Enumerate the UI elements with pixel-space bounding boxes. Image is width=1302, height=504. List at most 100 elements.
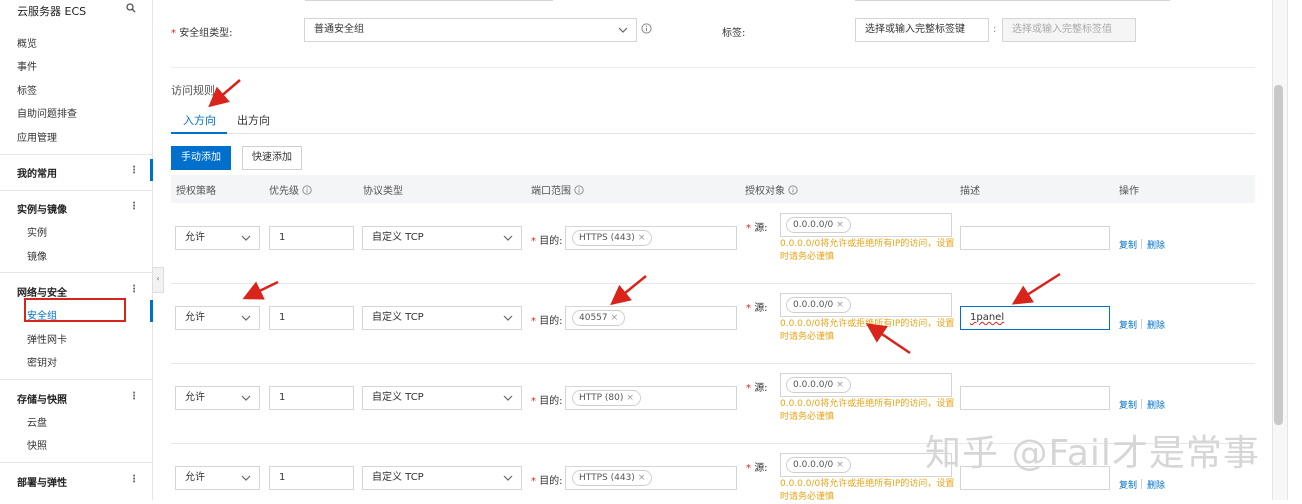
- close-icon[interactable]: ×: [611, 313, 619, 323]
- source-input[interactable]: 0.0.0.0/0 ×: [780, 213, 952, 237]
- more-icon[interactable]: ⋮: [129, 201, 139, 212]
- source-input[interactable]: 0.0.0.0/0 ×: [780, 373, 952, 397]
- sidebar-group-favorites[interactable]: 我的常用: [17, 165, 57, 180]
- port-tag[interactable]: 40557 ×: [572, 310, 626, 326]
- close-icon[interactable]: ×: [836, 460, 844, 470]
- sidebar-divider: [0, 154, 152, 155]
- port-tag[interactable]: HTTP (80) ×: [572, 390, 641, 406]
- source-warning: 0.0.0.0/0将允许或拒绝所有IP的访问，设置 时请务必谨慎: [780, 399, 955, 422]
- sidebar-item-troubleshoot[interactable]: 自助问题排查: [17, 105, 77, 120]
- sidebar-item-keypairs[interactable]: 密钥对: [27, 354, 57, 369]
- more-icon[interactable]: ⋮: [129, 165, 139, 176]
- sidebar-item-snapshots[interactable]: 快照: [27, 437, 47, 452]
- header-protocol: 协议类型: [363, 186, 403, 197]
- sidebar-group-deploy[interactable]: 部署与弹性: [17, 474, 67, 489]
- protocol-select[interactable]: 自定义 TCP: [362, 306, 522, 330]
- description-input[interactable]: [960, 226, 1110, 250]
- source-input[interactable]: 0.0.0.0/0 ×: [780, 293, 952, 317]
- quick-add-button[interactable]: 快速添加: [242, 146, 302, 170]
- tab-inbound[interactable]: 入方向: [183, 112, 216, 128]
- close-icon[interactable]: ×: [638, 473, 646, 483]
- source-tag[interactable]: 0.0.0.0/0 ×: [786, 217, 851, 233]
- port-range-input[interactable]: HTTPS (443) ×: [565, 466, 737, 490]
- source-tag[interactable]: 0.0.0.0/0 ×: [786, 377, 851, 393]
- more-icon[interactable]: ⋮: [129, 391, 139, 402]
- policy-select[interactable]: 允许: [175, 306, 260, 330]
- protocol-select[interactable]: 自定义 TCP: [362, 226, 522, 250]
- dest-label: * 目的:: [531, 476, 563, 487]
- chevron-down-icon: [503, 227, 513, 258]
- header-description: 描述: [960, 186, 980, 197]
- delete-button[interactable]: 删除: [1147, 478, 1165, 491]
- scrollbar-thumb[interactable]: [1274, 85, 1283, 425]
- priority-input[interactable]: 1: [269, 226, 354, 250]
- priority-input[interactable]: 1: [269, 386, 354, 410]
- chevron-down-icon: [241, 307, 251, 338]
- row-divider: [171, 283, 1255, 284]
- copy-button[interactable]: 复制: [1119, 238, 1137, 251]
- collapse-sidebar-button[interactable]: ‹: [152, 267, 164, 293]
- source-tag[interactable]: 0.0.0.0/0 ×: [786, 457, 851, 473]
- description-input[interactable]: [960, 386, 1110, 410]
- sidebar-item-eni[interactable]: 弹性网卡: [27, 331, 67, 346]
- delete-button[interactable]: 删除: [1147, 398, 1165, 411]
- chevron-down-icon: [241, 387, 251, 418]
- priority-input[interactable]: 1: [269, 306, 354, 330]
- source-label: * 源:: [746, 223, 768, 234]
- header-auth-object: 授权对象: [745, 182, 798, 197]
- more-icon[interactable]: ⋮: [129, 284, 139, 295]
- chevron-down-icon: [503, 467, 513, 498]
- header-actions: 操作: [1119, 186, 1139, 197]
- table-row: 允许 1 自定义 TCP * 目的: HTTPS (443) × * 源: 0.0…: [0, 0, 1270, 502]
- source-warning: 0.0.0.0/0将允许或拒绝所有IP的访问，设置 时请务必谨慎: [780, 319, 955, 342]
- priority-input[interactable]: 1: [269, 466, 354, 490]
- more-icon[interactable]: ⋮: [129, 474, 139, 485]
- tab-active-underline: [171, 132, 227, 134]
- copy-button[interactable]: 复制: [1119, 318, 1137, 331]
- info-icon[interactable]: [788, 185, 798, 195]
- port-range-input[interactable]: HTTPS (443) ×: [565, 226, 737, 250]
- port-range-input[interactable]: 40557 ×: [565, 306, 737, 330]
- close-icon[interactable]: ×: [626, 393, 634, 403]
- sidebar-active-bar: [150, 159, 153, 181]
- policy-select[interactable]: 允许: [175, 226, 260, 250]
- sidebar-group-instances[interactable]: 实例与镜像: [17, 201, 67, 216]
- tab-outbound[interactable]: 出方向: [237, 112, 270, 128]
- sidebar-item-disks[interactable]: 云盘: [27, 414, 47, 429]
- manual-add-button[interactable]: 手动添加: [171, 146, 231, 170]
- chevron-down-icon: [241, 227, 251, 258]
- port-tag[interactable]: HTTPS (443) ×: [572, 230, 653, 246]
- sidebar-item-images[interactable]: 镜像: [27, 248, 47, 263]
- policy-select[interactable]: 允许: [175, 386, 260, 410]
- close-icon[interactable]: ×: [836, 300, 844, 310]
- close-icon[interactable]: ×: [836, 220, 844, 230]
- sidebar-item-instances[interactable]: 实例: [27, 224, 47, 239]
- dest-label: * 目的:: [531, 316, 563, 327]
- sidebar-item-app-management[interactable]: 应用管理: [17, 129, 57, 144]
- copy-button[interactable]: 复制: [1119, 478, 1137, 491]
- info-icon[interactable]: [302, 185, 312, 195]
- protocol-select[interactable]: 自定义 TCP: [362, 466, 522, 490]
- source-tag[interactable]: 0.0.0.0/0 ×: [786, 297, 851, 313]
- port-tag[interactable]: HTTPS (443) ×: [572, 470, 653, 486]
- sidebar-item-tags[interactable]: 标签: [17, 82, 37, 97]
- sidebar-divider: [0, 379, 152, 380]
- tabs-divider: [171, 133, 1255, 134]
- action-separator: [1141, 319, 1142, 329]
- sidebar-group-storage[interactable]: 存储与快照: [17, 391, 67, 406]
- copy-button[interactable]: 复制: [1119, 398, 1137, 411]
- port-range-input[interactable]: HTTP (80) ×: [565, 386, 737, 410]
- header-port-range: 端口范围: [531, 182, 584, 197]
- close-icon[interactable]: ×: [836, 380, 844, 390]
- sidebar-group-network[interactable]: 网络与安全: [17, 284, 67, 299]
- source-label: * 源:: [746, 303, 768, 314]
- protocol-select[interactable]: 自定义 TCP: [362, 386, 522, 410]
- info-icon[interactable]: [574, 185, 584, 195]
- close-icon[interactable]: ×: [638, 233, 646, 243]
- delete-button[interactable]: 删除: [1147, 238, 1165, 251]
- description-input[interactable]: 1panel: [960, 306, 1110, 330]
- chevron-down-icon: [503, 307, 513, 338]
- delete-button[interactable]: 删除: [1147, 318, 1165, 331]
- section-title: 访问规则: [171, 84, 215, 97]
- policy-select[interactable]: 允许: [175, 466, 260, 490]
